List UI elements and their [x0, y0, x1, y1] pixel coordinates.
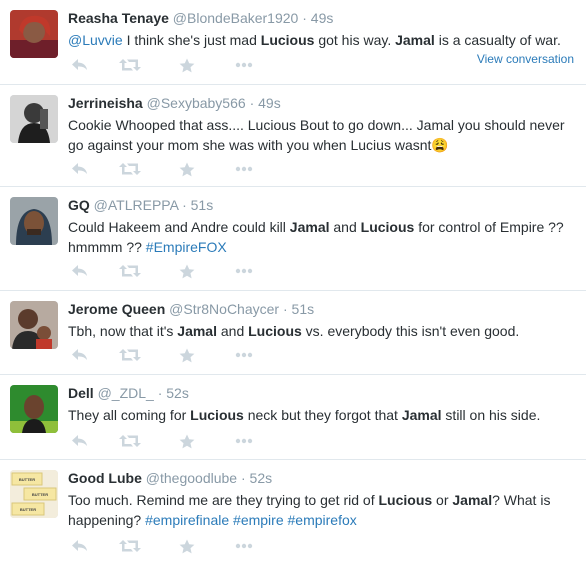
tweet-timestamp[interactable]: 52s — [250, 470, 273, 486]
avatar[interactable] — [10, 10, 58, 58]
tweet-text: Could Hakeem and Andre could kill Jamal … — [68, 217, 576, 257]
tweet-timestamp[interactable]: 51s — [191, 197, 214, 213]
tweet-text-run: Too much. Remind me are they trying to g… — [68, 492, 379, 508]
keyword-highlight: Lucious — [360, 219, 415, 235]
retweet-icon[interactable] — [118, 345, 142, 365]
reply-icon[interactable] — [68, 261, 92, 281]
tweet[interactable]: Reasha Tenaye @BlondeBaker1920 · 49s @Lu… — [0, 0, 586, 85]
favorite-icon[interactable] — [175, 536, 199, 556]
tweet-text-run: I think she's just mad — [122, 32, 261, 48]
avatar[interactable] — [10, 197, 58, 245]
tweet-text: Tbh, now that it's Jamal and Lucious vs.… — [68, 321, 576, 341]
tweet-fullname[interactable]: Good Lube — [68, 470, 142, 486]
keyword-highlight: Jamal — [395, 32, 435, 48]
tweet-timestamp[interactable]: 49s — [311, 10, 334, 26]
favorite-icon[interactable] — [175, 261, 199, 281]
tweet-text-run: They all coming for — [68, 407, 191, 423]
tweet-username[interactable]: @thegoodlube — [146, 470, 237, 486]
tweet-username[interactable]: @_ZDL_ — [98, 385, 154, 401]
retweet-icon[interactable] — [118, 536, 142, 556]
reply-icon[interactable] — [68, 536, 92, 556]
tweet-timeline: Reasha Tenaye @BlondeBaker1920 · 49s @Lu… — [0, 0, 586, 571]
keyword-highlight: Jamal — [401, 407, 442, 423]
keyword-highlight: Lucious — [248, 323, 302, 339]
svg-text:BUTTER: BUTTER — [32, 492, 48, 497]
tweet-timestamp[interactable]: 52s — [166, 385, 189, 401]
avatar[interactable] — [10, 95, 58, 143]
tweet-text-run: Tbh, now that it's — [68, 323, 178, 339]
retweet-icon[interactable] — [118, 55, 142, 75]
tweet-text-run: neck but they forgot that — [243, 407, 402, 423]
reply-icon[interactable] — [68, 55, 92, 75]
more-icon[interactable] — [232, 536, 256, 556]
favorite-icon[interactable] — [175, 159, 199, 179]
avatar[interactable] — [10, 301, 58, 349]
more-icon[interactable] — [232, 261, 256, 281]
tweet-fullname[interactable]: Jerome Queen — [68, 301, 165, 317]
avatar[interactable]: BUTTER BUTTER BUTTER — [10, 470, 58, 518]
keyword-highlight: Lucious — [190, 407, 244, 423]
more-icon[interactable] — [232, 159, 256, 179]
tweet-text-run: Cookie Whooped that ass.... Lucious Bout… — [68, 117, 565, 153]
reply-icon[interactable] — [68, 345, 92, 365]
keyword-highlight: Lucious — [260, 32, 315, 48]
tweet[interactable]: Jerrineisha @Sexybaby566 · 49s Cookie Wh… — [0, 85, 586, 187]
reply-icon[interactable] — [68, 159, 92, 179]
tweet-text-run: or — [432, 492, 453, 508]
tweet-text: Too much. Remind me are they trying to g… — [68, 490, 576, 530]
tweet-timestamp[interactable]: 51s — [292, 301, 315, 317]
keyword-highlight: Jamal — [452, 492, 493, 508]
tweet-username[interactable]: @Sexybaby566 — [147, 95, 246, 111]
reply-icon[interactable] — [68, 431, 92, 451]
hashtag-link[interactable]: #empirefinale — [145, 512, 229, 528]
retweet-icon[interactable] — [118, 431, 142, 451]
hashtag-link[interactable]: #EmpireFOX — [146, 239, 227, 255]
tweet-text: They all coming for Lucious neck but the… — [68, 405, 576, 425]
hashtag-link[interactable]: #empirefox — [288, 512, 357, 528]
tweet-username[interactable]: @ATLREPPA — [94, 197, 179, 213]
keyword-highlight: Lucious — [378, 492, 433, 508]
tweet[interactable]: Jerome Queen @Str8NoChaycer · 51s Tbh, n… — [0, 291, 586, 375]
tweet-fullname[interactable]: Dell — [68, 385, 94, 401]
retweet-icon[interactable] — [118, 159, 142, 179]
hashtag-link[interactable]: #empire — [233, 512, 284, 528]
keyword-highlight: Jamal — [177, 323, 217, 339]
tweet-fullname[interactable]: GQ — [68, 197, 90, 213]
more-icon[interactable] — [232, 55, 256, 75]
tweet-text-run: got his way. — [314, 32, 396, 48]
avatar[interactable] — [10, 385, 58, 433]
tweet-fullname[interactable]: Reasha Tenaye — [68, 10, 169, 26]
tweet-username[interactable]: @Str8NoChaycer — [169, 301, 279, 317]
svg-text:BUTTER: BUTTER — [20, 507, 36, 512]
tweet-text-run: is a casualty of war. — [434, 32, 561, 48]
tweet-text-run: vs. everybody this isn't even good. — [301, 323, 520, 339]
view-conversation-link[interactable]: View conversation — [477, 52, 574, 66]
more-icon[interactable] — [232, 345, 256, 365]
weary-face-emoji-icon: 😩 — [431, 137, 449, 153]
retweet-icon[interactable] — [118, 261, 142, 281]
tweet-text-run: and — [216, 323, 249, 339]
tweet-text-run: and — [329, 219, 361, 235]
tweet-fullname[interactable]: Jerrineisha — [68, 95, 143, 111]
more-icon[interactable] — [232, 431, 256, 451]
favorite-icon[interactable] — [175, 431, 199, 451]
tweet[interactable]: Dell @_ZDL_ · 52s They all coming for Lu… — [0, 375, 586, 460]
tweet-timestamp[interactable]: 49s — [258, 95, 281, 111]
tweet-text-run: still on his side. — [441, 407, 541, 423]
tweet-username[interactable]: @BlondeBaker1920 — [173, 10, 299, 26]
mention-link[interactable]: @Luvvie — [68, 32, 123, 48]
tweet-text: Cookie Whooped that ass.... Lucious Bout… — [68, 115, 576, 155]
tweet[interactable]: GQ @ATLREPPA · 51s Could Hakeem and Andr… — [0, 187, 586, 291]
svg-text:BUTTER: BUTTER — [19, 477, 35, 482]
tweet[interactable]: BUTTER BUTTER BUTTER Good Lube @thegoodl… — [0, 460, 586, 571]
favorite-icon[interactable] — [175, 345, 199, 365]
keyword-highlight: Jamal — [289, 219, 330, 235]
tweet-text-run: Could Hakeem and Andre could kill — [68, 219, 290, 235]
tweet-text: @Luvvie I think she's just mad Lucious g… — [68, 30, 576, 50]
favorite-icon[interactable] — [175, 55, 199, 75]
